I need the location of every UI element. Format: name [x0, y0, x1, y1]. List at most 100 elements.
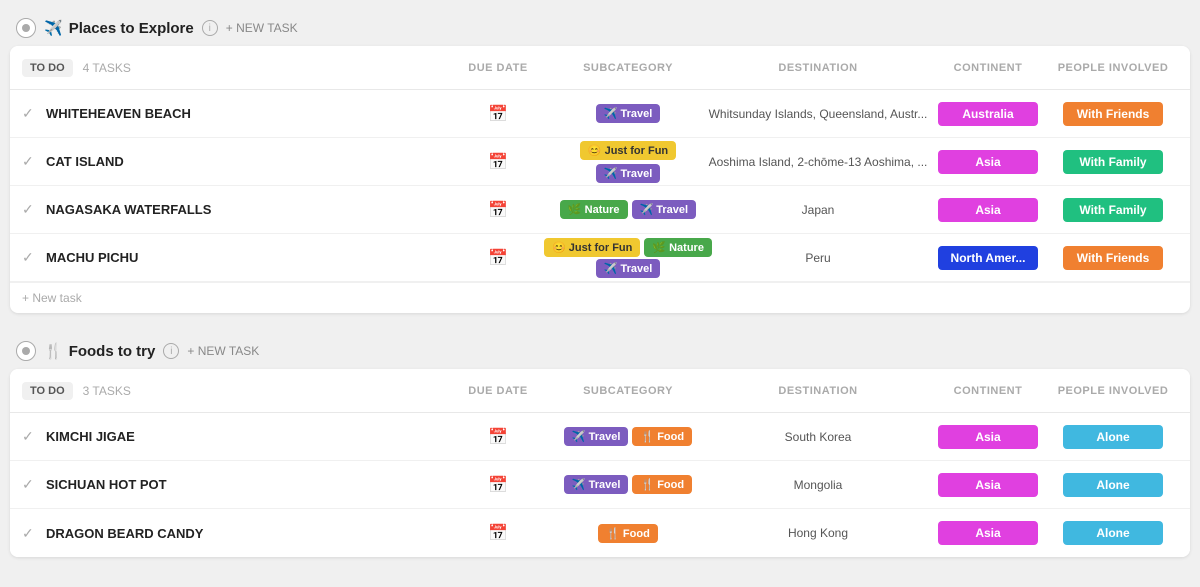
row-due-date[interactable]: 📅	[448, 523, 548, 543]
calendar-icon[interactable]: 📅	[488, 523, 508, 543]
row-continent: Asia	[928, 521, 1048, 545]
tag-row: ✈️ Travel	[596, 259, 661, 278]
foods-col-due-date: DUE DATE	[448, 385, 548, 397]
section-places-title: ✈️ Places to Explore	[44, 19, 194, 37]
places-col-due-date: DUE DATE	[448, 62, 548, 74]
table-row: ✓ KIMCHI JIGAE 📅 ✈️ Travel 🍴 Food South …	[10, 413, 1190, 461]
tag-travel: ✈️ Travel	[596, 164, 661, 183]
row-continent: Australia	[928, 102, 1048, 126]
table-row: ✓ NAGASAKA WATERFALLS 📅 🌿 Nature ✈️ Trav…	[10, 186, 1190, 234]
people-tag: Alone	[1063, 473, 1163, 497]
row-continent: Asia	[928, 150, 1048, 174]
people-tag: Alone	[1063, 425, 1163, 449]
calendar-icon[interactable]: 📅	[488, 427, 508, 447]
row-destination: South Korea	[708, 430, 928, 444]
row-due-date[interactable]: 📅	[448, 427, 548, 447]
continent-tag: Asia	[938, 198, 1038, 222]
people-tag: With Family	[1063, 198, 1163, 222]
continent-tag: Asia	[938, 425, 1038, 449]
tag-nature: 🌿 Nature	[560, 200, 628, 219]
foods-col-subcategory: SUBCATEGORY	[548, 385, 708, 397]
continent-tag: Australia	[938, 102, 1038, 126]
foods-status-badge: TO DO	[22, 382, 73, 400]
places-icon: ✈️	[44, 19, 63, 37]
foods-new-task-btn[interactable]: + NEW TASK	[187, 344, 259, 358]
row-name: WHITEHEAVEN BEACH	[46, 106, 448, 121]
foods-col-continent: CONTINENT	[928, 385, 1048, 397]
row-subcategory: 😊 Just for Fun ✈️ Travel	[548, 141, 708, 183]
row-people: With Family	[1048, 150, 1178, 174]
places-new-task-btn[interactable]: + NEW TASK	[226, 21, 298, 35]
row-name: MACHU PICHU	[46, 250, 448, 265]
row-subcategory: ✈️ Travel 🍴 Food	[548, 475, 708, 494]
section-places-header: ✈️ Places to Explore i + NEW TASK	[0, 10, 1200, 46]
calendar-icon[interactable]: 📅	[488, 248, 508, 268]
row-people: With Friends	[1048, 246, 1178, 270]
row-subcategory: 😊 Just for Fun 🌿 Nature ✈️ Travel	[548, 238, 708, 278]
row-due-date[interactable]: 📅	[448, 200, 548, 220]
continent-tag: North Amer...	[938, 246, 1038, 270]
row-check[interactable]: ✓	[22, 105, 46, 122]
calendar-icon[interactable]: 📅	[488, 104, 508, 124]
section-foods-toggle-inner	[22, 347, 30, 355]
table-row: ✓ SICHUAN HOT POT 📅 ✈️ Travel 🍴 Food Mon…	[10, 461, 1190, 509]
row-check[interactable]: ✓	[22, 476, 46, 493]
row-check[interactable]: ✓	[22, 201, 46, 218]
section-places: ✈️ Places to Explore i + NEW TASK TO DO …	[0, 10, 1200, 313]
row-people: With Family	[1048, 198, 1178, 222]
tag-food: 🍴 Food	[632, 427, 692, 446]
row-subcategory: ✈️ Travel 🍴 Food	[548, 427, 708, 446]
calendar-icon[interactable]: 📅	[488, 152, 508, 172]
row-due-date[interactable]: 📅	[448, 104, 548, 124]
section-foods: 🍴 Foods to try i + NEW TASK TO DO 3 TASK…	[0, 333, 1200, 557]
row-people: Alone	[1048, 473, 1178, 497]
places-table-header: TO DO 4 TASKS DUE DATE SUBCATEGORY DESTI…	[10, 46, 1190, 90]
section-foods-info[interactable]: i	[163, 343, 179, 359]
row-continent: North Amer...	[928, 246, 1048, 270]
row-name: KIMCHI JIGAE	[46, 429, 448, 444]
tag-travel: ✈️ Travel	[564, 475, 629, 494]
row-due-date[interactable]: 📅	[448, 248, 548, 268]
foods-col-destination: DESTINATION	[708, 385, 928, 397]
page: ✈️ Places to Explore i + NEW TASK TO DO …	[0, 0, 1200, 587]
row-due-date[interactable]: 📅	[448, 152, 548, 172]
table-row: ✓ DRAGON BEARD CANDY 📅 🍴 Food Hong Kong …	[10, 509, 1190, 557]
row-due-date[interactable]: 📅	[448, 475, 548, 495]
tag-fun: 😊 Just for Fun	[580, 141, 676, 160]
people-tag: With Friends	[1063, 102, 1163, 126]
table-row: ✓ CAT ISLAND 📅 😊 Just for Fun ✈️ Travel …	[10, 138, 1190, 186]
calendar-icon[interactable]: 📅	[488, 200, 508, 220]
section-places-toggle[interactable]	[16, 18, 36, 38]
row-people: Alone	[1048, 521, 1178, 545]
row-check[interactable]: ✓	[22, 153, 46, 170]
section-places-toggle-inner	[22, 24, 30, 32]
places-col-continent: CONTINENT	[928, 62, 1048, 74]
people-tag: Alone	[1063, 521, 1163, 545]
section-foods-toggle[interactable]	[16, 341, 36, 361]
row-name: CAT ISLAND	[46, 154, 448, 169]
continent-tag: Asia	[938, 473, 1038, 497]
section-places-info[interactable]: i	[202, 20, 218, 36]
continent-tag: Asia	[938, 150, 1038, 174]
places-add-row[interactable]: + New task	[10, 282, 1190, 313]
row-check[interactable]: ✓	[22, 525, 46, 542]
calendar-icon[interactable]: 📅	[488, 475, 508, 495]
row-check[interactable]: ✓	[22, 428, 46, 445]
section-foods-header: 🍴 Foods to try i + NEW TASK	[0, 333, 1200, 369]
row-people: With Friends	[1048, 102, 1178, 126]
tag-row: 😊 Just for Fun 🌿 Nature	[544, 238, 712, 257]
tag-travel: ✈️ Travel	[596, 104, 661, 123]
row-name: DRAGON BEARD CANDY	[46, 526, 448, 541]
row-check[interactable]: ✓	[22, 249, 46, 266]
foods-table-header: TO DO 3 TASKS DUE DATE SUBCATEGORY DESTI…	[10, 369, 1190, 413]
row-people: Alone	[1048, 425, 1178, 449]
foods-table: TO DO 3 TASKS DUE DATE SUBCATEGORY DESTI…	[10, 369, 1190, 557]
row-subcategory: ✈️ Travel	[548, 104, 708, 123]
row-continent: Asia	[928, 425, 1048, 449]
tag-travel: ✈️ Travel	[564, 427, 629, 446]
row-destination: Hong Kong	[708, 526, 928, 540]
row-subcategory: 🍴 Food	[548, 524, 708, 543]
places-col-people: PEOPLE INVOLVED	[1048, 62, 1178, 74]
places-add-row-label: + New task	[22, 291, 82, 305]
tag-travel: ✈️ Travel	[632, 200, 697, 219]
